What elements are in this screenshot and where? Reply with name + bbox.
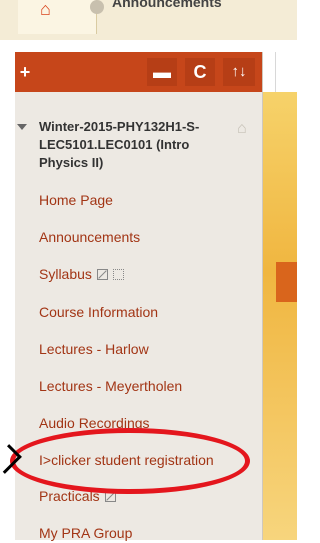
refresh-icon: C (193, 62, 207, 82)
menu-item-lectures-meyertholen[interactable]: Lectures - Meyertholen (39, 376, 182, 396)
home-icon: ⌂ (40, 0, 51, 19)
menu-item-lectures-harlow[interactable]: Lectures - Harlow (39, 339, 149, 359)
empty-item-icon (112, 268, 124, 280)
menu-item-syllabus[interactable]: Syllabus (39, 264, 124, 284)
add-menu-item-button[interactable]: + (15, 58, 35, 86)
course-title[interactable]: Winter-2015-PHY132H1-S-LEC5101.LEC0101 (… (39, 118, 235, 172)
course-menu-toolbar: + ▬ C ↑↓ (15, 52, 262, 92)
breadcrumb-home-button[interactable]: ⌂ (18, 0, 104, 34)
hidden-from-students-icon (96, 268, 108, 280)
menu-item-my-pra-group[interactable]: My PRA Group (39, 523, 132, 543)
content-banner-fragment (262, 92, 297, 540)
menu-item-home-page[interactable]: Home Page (39, 190, 113, 210)
course-home-icon[interactable]: ⌂ (237, 120, 247, 138)
folder-view-button[interactable]: ▬ (147, 58, 177, 86)
collapse-arrow-icon[interactable] (17, 124, 27, 130)
chevron-icon (90, 0, 104, 14)
folder-icon: ▬ (153, 62, 171, 82)
annotation-ellipse (10, 428, 250, 494)
plus-icon: + (19, 62, 31, 82)
menu-item-announcements[interactable]: Announcements (39, 227, 140, 247)
content-accent-fragment (276, 262, 297, 302)
menu-item-course-information[interactable]: Course Information (39, 302, 158, 322)
breadcrumb-current[interactable]: Announcements (112, 0, 222, 10)
reorder-button[interactable]: ↑↓ (223, 58, 255, 86)
sort-icon: ↑↓ (231, 63, 247, 80)
refresh-button[interactable]: C (185, 58, 215, 86)
breadcrumb-bar: ⌂ Announcements (0, 0, 297, 41)
